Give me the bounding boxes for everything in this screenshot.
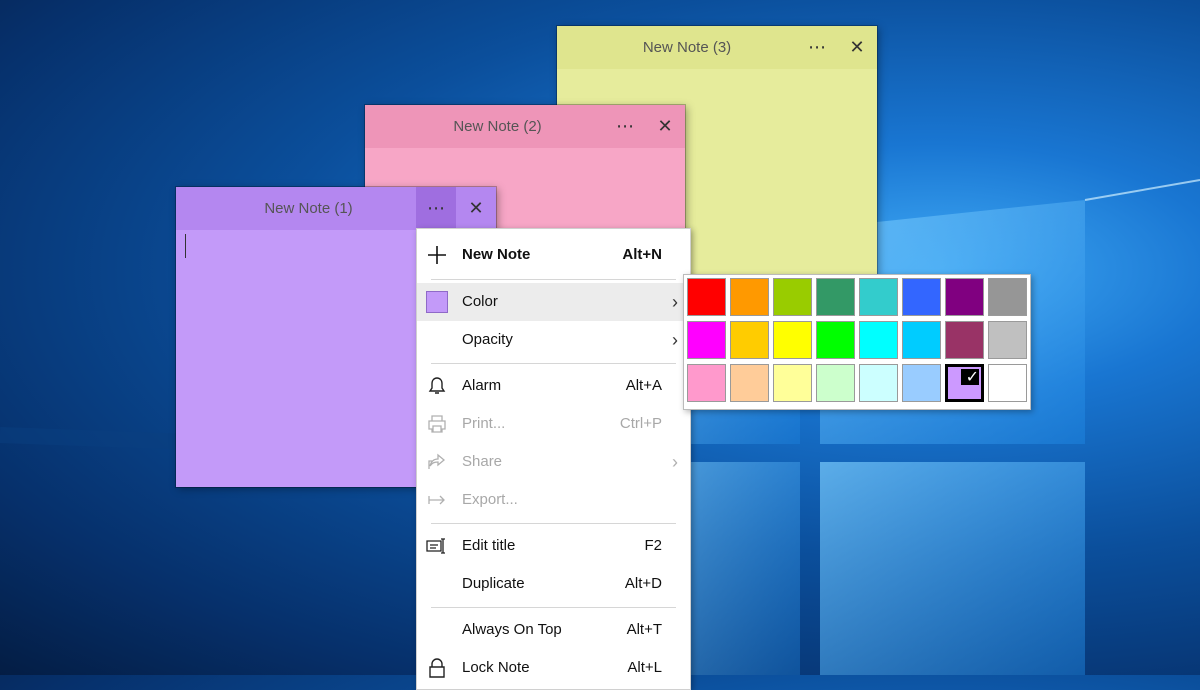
color-swatch[interactable] [902,278,941,316]
color-swatch[interactable] [730,321,769,359]
close-note-button[interactable]: ✕ [837,26,877,69]
ellipsis-icon: ⋯ [808,37,826,57]
menu-item-share[interactable]: Share › [417,443,690,481]
color-swatch-icon [425,290,449,314]
color-swatch[interactable] [945,321,984,359]
menu-item-color[interactable]: Color › [417,283,690,321]
note-title: New Note (1) [264,200,353,217]
color-swatch[interactable] [902,364,941,402]
menu-item-edit-title[interactable]: Edit title F2 [417,527,690,565]
menu-item-shortcut: Alt+L [627,659,662,676]
menu-item-label: Share [462,453,503,470]
ellipsis-icon: ⋯ [616,116,634,136]
menu-item-label: Edit title [462,537,516,554]
share-icon [425,450,449,474]
menu-item-shortcut: Alt+N [622,246,662,263]
ellipsis-icon: ⋯ [427,198,445,218]
close-note-button[interactable]: ✕ [645,105,685,148]
note-title: New Note (2) [453,118,542,135]
color-swatch[interactable] [687,364,726,402]
menu-item-label: Opacity [462,331,513,348]
menu-item-always-on-top[interactable]: Always On Top Alt+T [417,611,690,649]
lock-icon [425,656,449,680]
menu-item-label: Always On Top [462,621,562,638]
color-swatch[interactable] [988,321,1027,359]
menu-item-new-note[interactable]: New Note Alt+N [417,236,690,274]
color-swatch[interactable] [859,321,898,359]
color-swatch[interactable] [816,364,855,402]
menu-separator [431,523,676,524]
note-context-menu: New Note Alt+N Color › Opacity › Alarm A… [416,228,691,690]
export-arrow-icon [425,488,449,512]
color-palette-submenu: ✓ [683,274,1031,410]
menu-item-label: Color [462,293,498,310]
plus-icon [425,243,449,267]
menu-item-label: Duplicate [462,575,525,592]
note-title-bar[interactable]: New Note (2) ⋯ ✕ [365,105,685,148]
menu-item-print[interactable]: Print... Ctrl+P [417,405,690,443]
printer-icon [425,412,449,436]
menu-item-shortcut: Alt+D [624,575,662,592]
menu-item-label: New Note [462,246,531,263]
menu-separator [431,363,676,364]
menu-item-shortcut: Ctrl+P [619,415,662,432]
bell-icon [425,374,449,398]
color-swatch[interactable] [816,278,855,316]
more-options-button[interactable]: ⋯ [797,26,837,69]
more-options-button[interactable]: ⋯ [605,105,645,148]
menu-item-opacity[interactable]: Opacity › [417,321,690,359]
menu-item-label: Print... [462,415,506,432]
text-cursor [185,234,186,258]
color-swatch[interactable] [773,364,812,402]
close-note-button[interactable]: ✕ [456,187,496,230]
color-swatch[interactable] [859,364,898,402]
color-swatch[interactable] [988,364,1027,402]
edit-title-icon [425,534,449,558]
menu-item-shortcut: F2 [644,537,662,554]
menu-item-export[interactable]: Export... [417,481,690,519]
chevron-right-icon: › [672,452,678,472]
menu-item-shortcut: Alt+T [626,621,662,638]
close-icon: ✕ [849,37,865,57]
color-swatch[interactable] [687,278,726,316]
color-swatch[interactable] [945,278,984,316]
close-icon: ✕ [468,198,484,218]
menu-item-shortcut: Alt+A [625,377,662,394]
color-swatch[interactable] [816,321,855,359]
color-swatch[interactable] [988,278,1027,316]
color-swatch[interactable] [687,321,726,359]
menu-separator [431,279,676,280]
menu-item-lock-note[interactable]: Lock Note Alt+L [417,649,690,687]
color-swatch[interactable] [730,364,769,402]
color-swatch[interactable]: ✓ [945,364,984,402]
chevron-right-icon: › [672,292,678,312]
color-swatch[interactable] [730,278,769,316]
color-swatch[interactable] [902,321,941,359]
color-swatch[interactable] [859,278,898,316]
menu-item-label: Alarm [462,377,502,394]
menu-item-label: Export... [462,491,518,508]
checkmark-icon: ✓ [965,369,979,386]
menu-separator [431,607,676,608]
chevron-right-icon: › [672,330,678,350]
color-swatch[interactable] [773,278,812,316]
close-icon: ✕ [657,116,673,136]
more-options-button[interactable]: ⋯ [416,187,456,230]
menu-item-duplicate[interactable]: Duplicate Alt+D [417,565,690,603]
color-swatch[interactable] [773,321,812,359]
menu-item-label: Lock Note [462,659,530,676]
note-title: New Note (3) [642,39,732,56]
note-title-bar[interactable]: New Note (1) ⋯ ✕ [176,187,496,230]
menu-item-alarm[interactable]: Alarm Alt+A [417,367,690,405]
note-title-bar[interactable]: New Note (3) ⋯ ✕ [557,26,877,69]
